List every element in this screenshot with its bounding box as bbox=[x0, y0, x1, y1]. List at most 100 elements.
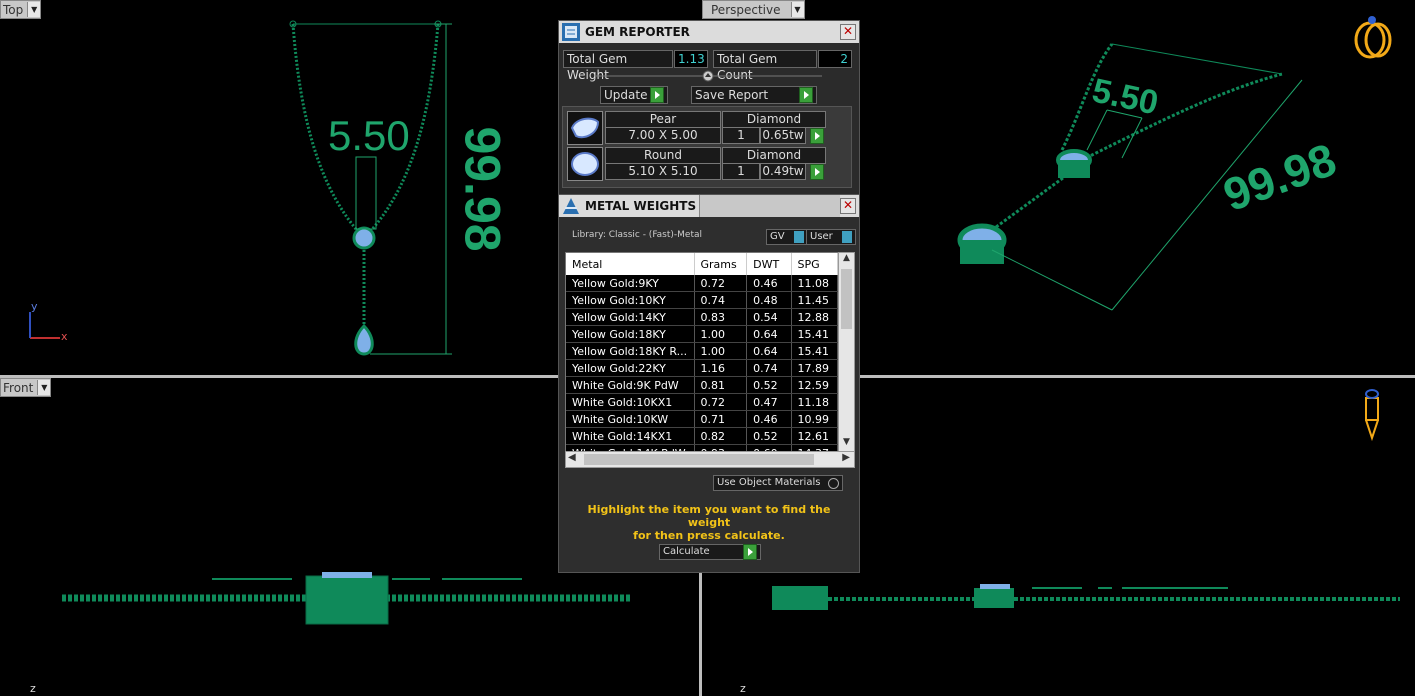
gem-weight: 0.65tw bbox=[760, 127, 806, 144]
use-object-materials-toggle[interactable]: Use Object Materials bbox=[713, 475, 843, 491]
perspective-viewport-title: Perspective bbox=[711, 2, 781, 17]
gem-row[interactable]: Round 5.10 X 5.10 Diamond 1 0.49tw bbox=[567, 147, 826, 181]
table-row[interactable]: Yellow Gold:18KY 1.00 0.64 15.41 bbox=[566, 325, 838, 343]
chevron-down-icon[interactable]: ▼ bbox=[37, 380, 51, 395]
metal-weights-titlebar[interactable]: METAL WEIGHTS ✕ bbox=[559, 195, 859, 217]
chevron-down-icon[interactable]: ▼ bbox=[790, 2, 804, 17]
grams-cell: 0.82 bbox=[694, 427, 748, 445]
close-icon[interactable]: ✕ bbox=[840, 24, 856, 40]
metal-weights-title: METAL WEIGHTS bbox=[585, 199, 697, 213]
gem-reporter-titlebar[interactable]: GEM REPORTER ✕ bbox=[559, 21, 859, 43]
metal-name-cell: White Gold:14KX1 bbox=[566, 427, 695, 445]
metal-table: Metal Grams DWT SPG Yellow Gold:9KY 0.72 0… bbox=[566, 253, 838, 451]
width-dimension-label: 5.50 bbox=[328, 112, 410, 159]
save-report-button[interactable]: Save Report bbox=[691, 86, 817, 104]
table-row[interactable]: White Gold:10KX1 0.72 0.47 11.18 bbox=[566, 393, 838, 411]
grams-cell: 1.00 bbox=[694, 325, 748, 343]
spg-cell: 11.45 bbox=[791, 291, 838, 309]
dwt-cell: 0.48 bbox=[746, 291, 792, 309]
round-gem-icon bbox=[567, 147, 603, 181]
table-row[interactable]: Yellow Gold:14KY 0.83 0.54 12.88 bbox=[566, 308, 838, 326]
chevron-left-icon[interactable]: ◀ bbox=[568, 452, 576, 463]
play-icon[interactable] bbox=[810, 128, 824, 144]
spg-cell: 17.89 bbox=[791, 359, 838, 377]
dwt-cell: 0.46 bbox=[746, 275, 792, 292]
gem-reporter-icon bbox=[562, 23, 580, 41]
column-header-spg[interactable]: SPG bbox=[791, 253, 838, 275]
table-row[interactable]: White Gold:9K PdW 0.81 0.52 12.59 bbox=[566, 376, 838, 394]
metal-name-cell: Yellow Gold:22KY bbox=[566, 359, 695, 377]
table-row[interactable]: White Gold:14KX1 0.82 0.52 12.61 bbox=[566, 427, 838, 445]
table-row[interactable]: Yellow Gold:10KY 0.74 0.48 11.45 bbox=[566, 291, 838, 309]
scroll-thumb[interactable] bbox=[841, 269, 852, 329]
column-header-grams[interactable]: Grams bbox=[694, 253, 748, 275]
gem-reporter-slider[interactable] bbox=[596, 70, 822, 82]
calculate-button[interactable]: Calculate bbox=[659, 544, 761, 560]
spg-cell: 11.08 bbox=[791, 275, 838, 292]
spg-cell: 11.18 bbox=[791, 393, 838, 411]
gem-count: 1 bbox=[722, 127, 760, 144]
metal-weights-icon bbox=[563, 198, 579, 214]
scroll-thumb[interactable] bbox=[584, 454, 814, 465]
axis-z-label: z bbox=[30, 682, 36, 695]
play-icon bbox=[650, 87, 664, 103]
library-label: Library: Classic - (Fast)-Metal bbox=[572, 230, 703, 240]
chevron-down-icon[interactable]: ▼ bbox=[839, 437, 854, 451]
gem-size: 5.10 X 5.10 bbox=[605, 163, 721, 180]
gem-row[interactable]: Pear 7.00 X 5.00 Diamond 1 0.65tw bbox=[567, 111, 826, 145]
dwt-cell: 0.74 bbox=[746, 359, 792, 377]
chevron-up-icon[interactable]: ▲ bbox=[839, 253, 854, 267]
chevron-down-icon[interactable]: ▼ bbox=[27, 2, 41, 17]
dwt-cell: 0.52 bbox=[746, 427, 792, 445]
table-row[interactable]: White Gold:10KW 0.71 0.46 10.99 bbox=[566, 410, 838, 428]
grams-cell: 0.72 bbox=[694, 275, 748, 292]
perspective-viewport-label[interactable]: Perspective ▼ bbox=[702, 0, 805, 19]
update-button-label: Update bbox=[604, 88, 648, 102]
spg-cell: 10.99 bbox=[791, 410, 838, 428]
spg-cell: 12.61 bbox=[791, 427, 838, 445]
chevron-right-icon[interactable]: ▶ bbox=[842, 452, 850, 463]
save-report-button-label: Save Report bbox=[695, 88, 769, 102]
dwt-cell: 0.64 bbox=[746, 325, 792, 343]
table-row[interactable]: Yellow Gold:18KY R... 1.00 0.64 15.41 bbox=[566, 342, 838, 360]
gv-toggle[interactable]: GV bbox=[766, 229, 808, 245]
metal-table-container[interactable]: Metal Grams DWT SPG Yellow Gold:9KY 0.72 0… bbox=[565, 252, 839, 452]
update-button[interactable]: Update bbox=[600, 86, 668, 104]
gem-shape: Round bbox=[605, 147, 721, 164]
metal-name-cell: White Gold:10KW bbox=[566, 410, 695, 428]
dwt-cell: 0.46 bbox=[746, 410, 792, 428]
metal-table-hscroll[interactable]: ◀ ▶ bbox=[565, 451, 855, 468]
hint-line-2: for then press calculate. bbox=[633, 529, 785, 542]
top-viewport-title: Top bbox=[3, 2, 24, 17]
metal-name-cell: White Gold:9K PdW bbox=[566, 376, 695, 394]
front-viewport-label[interactable]: Front ▼ bbox=[0, 378, 52, 397]
ring-view-icon[interactable] bbox=[1352, 14, 1392, 60]
metal-name-cell: Yellow Gold:14KY bbox=[566, 308, 695, 326]
column-header-dwt[interactable]: DWT bbox=[746, 253, 792, 275]
column-header-metal[interactable]: Metal bbox=[566, 253, 695, 275]
calculate-hint: Highlight the item you want to find the … bbox=[565, 503, 853, 542]
gem-weight: 0.49tw bbox=[760, 163, 806, 180]
dwt-cell: 0.52 bbox=[746, 376, 792, 394]
spg-cell: 12.88 bbox=[791, 308, 838, 326]
user-toggle[interactable]: User bbox=[806, 229, 856, 245]
radio-icon bbox=[828, 477, 839, 489]
top-viewport-label[interactable]: Top ▼ bbox=[0, 0, 42, 19]
pendant-view-icon[interactable] bbox=[1360, 386, 1386, 442]
table-row[interactable]: Yellow Gold:9KY 0.72 0.46 11.08 bbox=[566, 275, 838, 292]
metal-table-vscroll[interactable]: ▲ ▼ bbox=[838, 252, 855, 452]
dwt-cell: 0.54 bbox=[746, 308, 792, 326]
table-row[interactable]: Yellow Gold:22KY 1.16 0.74 17.89 bbox=[566, 359, 838, 377]
titlebar-tab-spacer bbox=[699, 195, 840, 217]
toggle-icon bbox=[794, 231, 804, 243]
play-icon[interactable] bbox=[810, 164, 824, 180]
axis-y-label: y bbox=[31, 300, 38, 313]
total-gem-weight-value: 1.13 bbox=[674, 50, 708, 68]
axis-z-label: z bbox=[740, 682, 746, 695]
total-gem-count-label: Total Gem Count bbox=[713, 50, 817, 82]
gem-reporter-title: GEM REPORTER bbox=[585, 25, 690, 39]
metal-name-cell: White Gold:10KX1 bbox=[566, 393, 695, 411]
metal-name-cell: Yellow Gold:10KY bbox=[566, 291, 695, 309]
spg-cell: 15.41 bbox=[791, 342, 838, 360]
close-icon[interactable]: ✕ bbox=[840, 198, 856, 214]
